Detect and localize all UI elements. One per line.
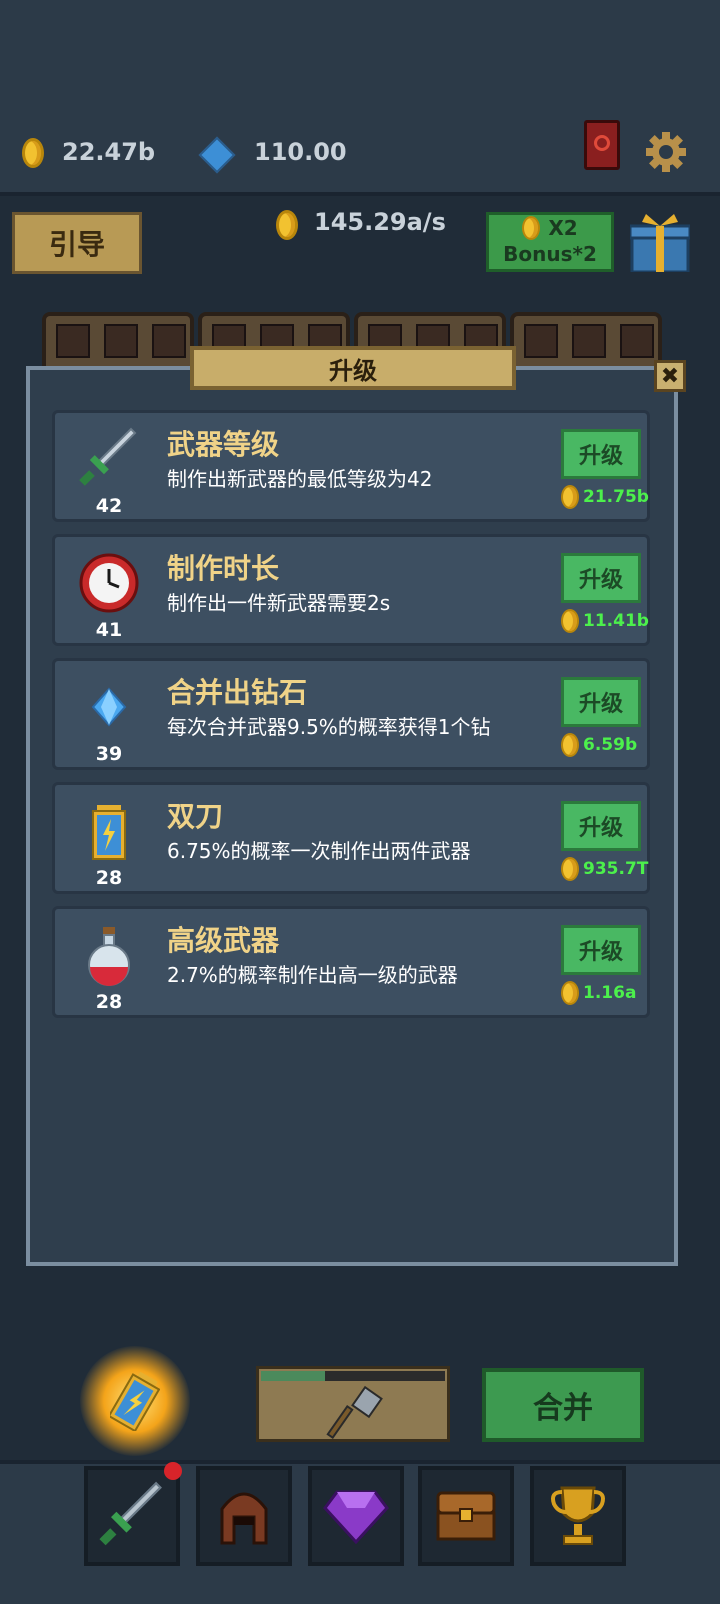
tab-slot <box>572 324 606 358</box>
upgrade-title: 双刀 <box>167 800 224 833</box>
upgrade-title: 武器等级 <box>167 428 280 461</box>
upgrade-card-dual-blade: 28 双刀 6.75%的概率一次制作出两件武器 升级 935.7T <box>52 782 650 894</box>
upgrade-description: 2.7%的概率制作出高一级的武器 <box>167 963 458 987</box>
upgrade-cost-value: 21.75b <box>583 487 649 507</box>
upgrade-level: 42 <box>95 495 123 517</box>
craft-progress-fill <box>261 1371 325 1381</box>
income-rate: 145.29a/s <box>314 208 446 236</box>
upgrade-button[interactable]: 升级 <box>561 553 641 603</box>
rune-book-icon[interactable] <box>584 120 620 170</box>
battery-icon <box>75 797 143 865</box>
nav-armor-button[interactable] <box>196 1466 292 1566</box>
nav-chest-button[interactable] <box>418 1466 514 1566</box>
weapon-tab-1[interactable] <box>42 312 194 370</box>
notification-dot <box>164 1462 182 1480</box>
upgrade-button[interactable]: 升级 <box>561 429 641 479</box>
upgrade-cost-value: 1.16a <box>583 983 637 1003</box>
bonus-multiplier: X2 <box>548 216 578 240</box>
merge-button[interactable]: 合并 <box>482 1368 644 1442</box>
cost-coin-icon <box>561 733 579 757</box>
guide-button[interactable]: 引导 <box>12 212 142 274</box>
helmet-icon <box>220 1492 268 1545</box>
upgrade-description: 制作出一件新武器需要2s <box>167 591 391 615</box>
upgrade-title: 合并出钻石 <box>167 676 308 709</box>
gold-coin-icon <box>22 138 44 168</box>
upgrade-level: 39 <box>95 743 123 765</box>
upgrade-button[interactable]: 升级 <box>561 677 641 727</box>
upgrade-description: 制作出新武器的最低等级为42 <box>167 467 433 491</box>
nav-weapons-button[interactable] <box>84 1466 180 1566</box>
bonus-label: Bonus*2 <box>503 242 597 266</box>
upgrade-cost-value: 11.41b <box>583 611 649 631</box>
upgrade-cost: 935.7T <box>561 857 648 881</box>
upgrade-card-advanced-weapon: 28 高级武器 2.7%的概率制作出高一级的武器 升级 1.16a <box>52 906 650 1018</box>
upgrade-button[interactable]: 升级 <box>561 801 641 851</box>
upgrade-cost: 1.16a <box>561 981 636 1005</box>
upgrade-level: 41 <box>95 619 123 641</box>
boost-battery-icon[interactable] <box>80 1346 190 1456</box>
bonus-coin-icon <box>522 216 541 240</box>
upgrade-title: 制作时长 <box>167 552 280 585</box>
tab-slot <box>104 324 138 358</box>
diamond-icon <box>75 673 143 741</box>
gift-box-icon[interactable] <box>628 210 692 274</box>
cost-coin-icon <box>561 609 579 633</box>
upgrade-cost: 21.75b <box>561 485 649 509</box>
close-button[interactable]: ✖ <box>654 360 686 392</box>
income-coin-icon <box>276 210 298 240</box>
gem-icon <box>323 1490 389 1544</box>
sword-icon <box>99 1481 162 1546</box>
craft-weapon-button[interactable] <box>256 1366 450 1442</box>
settings-gear-icon[interactable] <box>644 130 688 174</box>
upgrade-level: 28 <box>95 991 123 1013</box>
upgrade-button[interactable]: 升级 <box>561 925 641 975</box>
sword-icon <box>75 425 143 493</box>
gold-amount: 22.47b <box>62 138 156 166</box>
tab-slot <box>56 324 90 358</box>
chest-icon <box>436 1491 496 1541</box>
upgrade-description: 每次合并武器9.5%的概率获得1个钻 <box>167 715 491 739</box>
cost-coin-icon <box>561 981 579 1005</box>
upgrade-card-weapon-level: 42 武器等级 制作出新武器的最低等级为42 升级 21.75b <box>52 410 650 522</box>
upgrade-title: 高级武器 <box>167 924 280 957</box>
upgrade-card-craft-time: 41 制作时长 制作出一件新武器需要2s 升级 11.41b <box>52 534 650 646</box>
hammer-icon <box>325 1385 385 1441</box>
upgrade-level: 28 <box>95 867 123 889</box>
upgrade-cost-value: 935.7T <box>583 859 649 879</box>
tab-slot <box>524 324 558 358</box>
upgrade-description: 6.75%的概率一次制作出两件武器 <box>167 839 471 863</box>
upgrade-cost-value: 6.59b <box>583 735 638 755</box>
upgrade-cost: 11.41b <box>561 609 649 633</box>
cost-coin-icon <box>561 857 579 881</box>
nav-achievements-button[interactable] <box>530 1466 626 1566</box>
tab-slot <box>152 324 186 358</box>
clock-icon <box>75 549 143 617</box>
upgrade-card-merge-diamond: 39 合并出钻石 每次合并武器9.5%的概率获得1个钻 升级 6.59b <box>52 658 650 770</box>
weapon-tab-4[interactable] <box>510 312 662 370</box>
cost-coin-icon <box>561 485 579 509</box>
tab-slot <box>620 324 654 358</box>
panel-title: 升级 <box>190 346 516 390</box>
trophy-icon <box>551 1486 605 1545</box>
nav-gems-button[interactable] <box>308 1466 404 1566</box>
upgrade-cost: 6.59b <box>561 733 637 757</box>
diamond-amount: 110.00 <box>254 138 347 166</box>
potion-icon <box>75 921 143 989</box>
bonus-x2-button[interactable]: X2 Bonus*2 <box>486 212 614 272</box>
